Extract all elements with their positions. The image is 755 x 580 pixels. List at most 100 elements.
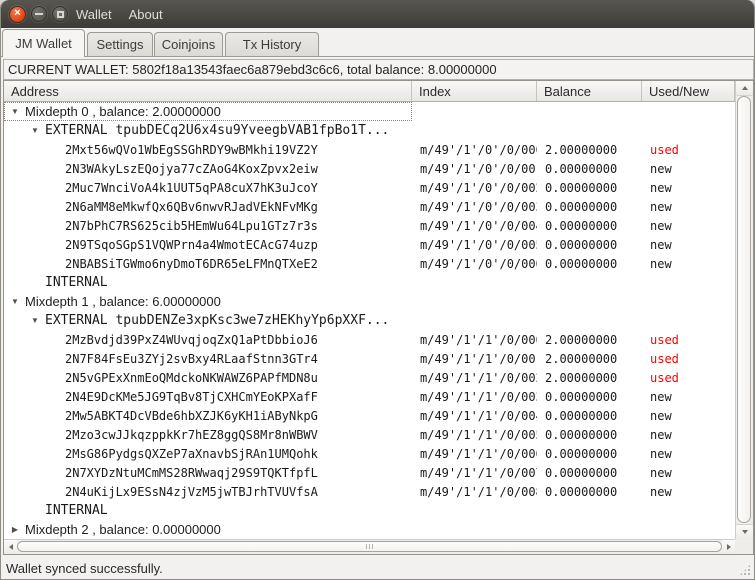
wallet-window: × Wallet About JM Wallet Settings Coinjo… xyxy=(0,0,755,580)
table-row[interactable]: ▼ 2N9TSqoSGpS1VQWPrn4a4WmotECAcG74uzp m/… xyxy=(4,235,735,254)
row-label: INTERNAL xyxy=(45,275,108,290)
row-label: 2NBABSiTGWmo6nyDmoT6DR65eLFMnQTXeE2 xyxy=(65,256,318,271)
status-cell: new xyxy=(650,465,672,480)
table-row[interactable]: ▼ 2N7F84FsEu3ZYj2svBxy4RLaafStnn3GTr4 m/… xyxy=(4,349,735,368)
vertical-scrollbar[interactable] xyxy=(735,81,753,539)
status-bar: Wallet synced successfully. xyxy=(1,556,754,579)
expander-icon[interactable]: ▼ xyxy=(8,297,22,306)
column-header-used-new[interactable]: Used/New xyxy=(642,81,735,101)
status-cell: new xyxy=(650,180,672,195)
address-cell: ▼ EXTERNAL tpubDECq2U6x4su9YveegbVAB1fpB… xyxy=(4,121,412,140)
balance-cell: 0.00000000 xyxy=(545,446,618,461)
horizontal-scrollbar[interactable] xyxy=(4,539,735,554)
column-header-index[interactable]: Index xyxy=(412,81,537,101)
address-cell: ▼ 2Mxt56wQVo1WbEgSSGhRDY9wBMkhi19VZ2Y xyxy=(4,140,412,159)
expander-icon[interactable]: ▼ xyxy=(28,126,42,135)
address-cell: ▼ 2N4E9DcKMe5JG9TqBv8TjCXHCmYEoKPXafF xyxy=(4,387,412,406)
address-cell: ▼ INTERNAL xyxy=(4,273,412,292)
balance-cell: 0.00000000 xyxy=(545,427,618,442)
index-cell: m/49'/1'/0'/0/005 xyxy=(420,237,537,252)
table-row[interactable]: ▼ 2N7XYDzNtuMCmMS28RWwaqj29S9TQKTfpfL m/… xyxy=(4,463,735,482)
table-row[interactable]: ▼ 2N7bPhC7RS625cib5HEmWu64Lpu1GTz7r3s m/… xyxy=(4,216,735,235)
table-row[interactable]: ▶ Mixdepth 2 , balance: 0.00000000 xyxy=(4,520,735,539)
row-label: 2N4E9DcKMe5JG9TqBv8TjCXHCmYEoKPXafF xyxy=(65,389,318,404)
address-cell: ▼ INTERNAL xyxy=(4,501,412,520)
status-cell: used xyxy=(650,370,679,385)
table-row[interactable]: ▼ 2Mzo3cwJJkqzppkKr7hEZ8ggQS8Mr8nWBWV m/… xyxy=(4,425,735,444)
expander-icon[interactable]: ▶ xyxy=(8,525,22,534)
address-cell: ▼ 2N7XYDzNtuMCmMS28RWwaqj29S9TQKTfpfL xyxy=(4,463,412,482)
close-button[interactable]: × xyxy=(9,5,26,23)
balance-cell: 2.00000000 xyxy=(545,351,618,366)
horizontal-scrollbar-thumb[interactable] xyxy=(17,541,722,552)
scroll-right-button[interactable] xyxy=(722,540,735,554)
vertical-scrollbar-thumb[interactable] xyxy=(737,96,751,523)
table-row[interactable]: ▼ 2N4uKijLx9ESsN4zjVzM5jwTBJrhTVUVfsA m/… xyxy=(4,482,735,501)
index-cell: m/49'/1'/0'/0/001 xyxy=(420,161,537,176)
caret-up-icon xyxy=(741,86,748,90)
table-row[interactable]: ▼ 2MsG86PydgsQXZeP7aXnavbSjRAn1UMQohk m/… xyxy=(4,444,735,463)
scroll-down-button[interactable] xyxy=(736,524,753,539)
row-label: Mixdepth 2 , balance: 0.00000000 xyxy=(25,522,221,537)
status-cell: used xyxy=(650,142,679,157)
tab-jm-wallet[interactable]: JM Wallet xyxy=(2,29,85,57)
balance-cell: 2.00000000 xyxy=(545,370,618,385)
address-cell: ▼ 2Mw5ABKT4DcVBde6hbXZJK6yKH1iAByNkpG xyxy=(4,406,412,425)
titlebar: × Wallet About xyxy=(1,0,754,28)
row-label: EXTERNAL tpubDENZe3xpKsc3we7zHEKhyYp6pXX… xyxy=(45,313,390,328)
grip-icon xyxy=(369,544,370,549)
table-row[interactable]: ▼ 2N3WAkyLszEQojya77cZAoG4KoxZpvx2eiw m/… xyxy=(4,159,735,178)
grip-icon xyxy=(366,544,367,549)
row-label: 2N6aMM8eMkwfQx6QBv6nwvRJadVEkNFvMKg xyxy=(65,199,318,214)
table-row[interactable]: ▼ Mixdepth 1 , balance: 6.00000000 xyxy=(4,292,735,311)
minimize-button[interactable] xyxy=(31,6,47,22)
table-row[interactable]: ▼ 2MzBvdjd39PxZ4WUvqjoqZxQ1aPtDbbioJ6 m/… xyxy=(4,330,735,349)
index-cell: m/49'/1'/0'/0/004 xyxy=(420,218,537,233)
table-row[interactable]: ▼ 2Mxt56wQVo1WbEgSSGhRDY9wBMkhi19VZ2Y m/… xyxy=(4,140,735,159)
table-row[interactable]: ▼ 2N4E9DcKMe5JG9TqBv8TjCXHCmYEoKPXafF m/… xyxy=(4,387,735,406)
status-cell: new xyxy=(650,199,672,214)
balance-cell: 0.00000000 xyxy=(545,199,618,214)
tab-coinjoins[interactable]: Coinjoins xyxy=(154,32,223,56)
column-header-address[interactable]: Address xyxy=(4,81,412,101)
menu-wallet[interactable]: Wallet xyxy=(76,7,112,22)
index-cell: m/49'/1'/1'/0/000 xyxy=(420,332,537,347)
tab-tx-history[interactable]: Tx History xyxy=(225,32,319,56)
address-cell: ▼ 2Mzo3cwJJkqzppkKr7hEZ8ggQS8Mr8nWBWV xyxy=(4,425,412,444)
table-row[interactable]: ▼ EXTERNAL tpubDENZe3xpKsc3we7zHEKhyYp6p… xyxy=(4,311,735,330)
row-label: EXTERNAL tpubDECq2U6x4su9YveegbVAB1fpBo1… xyxy=(45,123,390,138)
maximize-button[interactable] xyxy=(52,6,68,22)
tree-viewport: ▼ Mixdepth 0 , balance: 2.00000000 ▼ EXT… xyxy=(4,102,735,539)
expander-icon[interactable]: ▼ xyxy=(8,107,22,116)
address-cell: ▼ 2N5vGPExXnmEoQMdckoNKWAWZ6PAPfMDN8u xyxy=(4,368,412,387)
scroll-left-button[interactable] xyxy=(4,540,17,554)
menu-about[interactable]: About xyxy=(129,7,163,22)
caret-right-icon xyxy=(726,544,731,550)
table-row[interactable]: ▼ 2Muc7WnciVoA4k1UUT5qPA8cuX7hK3uJcoY m/… xyxy=(4,178,735,197)
table-row[interactable]: ▼ INTERNAL xyxy=(4,273,735,292)
table-row[interactable]: ▼ EXTERNAL tpubDECq2U6x4su9YveegbVAB1fpB… xyxy=(4,121,735,140)
current-wallet-bar: CURRENT WALLET: 5802f18a13543faec6a879eb… xyxy=(3,59,754,80)
scroll-up-button[interactable] xyxy=(736,81,753,96)
table-row[interactable]: ▼ 2N5vGPExXnmEoQMdckoNKWAWZ6PAPfMDN8u m/… xyxy=(4,368,735,387)
table-row[interactable]: ▼ Mixdepth 0 , balance: 2.00000000 xyxy=(4,102,735,121)
row-label: 2N7bPhC7RS625cib5HEmWu64Lpu1GTz7r3s xyxy=(65,218,318,233)
balance-cell: 0.00000000 xyxy=(545,465,618,480)
row-label: 2N4uKijLx9ESsN4zjVzM5jwTBJrhTVUVfsA xyxy=(65,484,318,499)
table-row[interactable]: ▼ 2Mw5ABKT4DcVBde6hbXZJK6yKH1iAByNkpG m/… xyxy=(4,406,735,425)
status-cell: new xyxy=(650,237,672,252)
tab-settings[interactable]: Settings xyxy=(87,32,153,56)
table-row[interactable]: ▼ 2NBABSiTGWmo6nyDmoT6DR65eLFMnQTXeE2 m/… xyxy=(4,254,735,273)
status-cell: new xyxy=(650,389,672,404)
row-label: 2N5vGPExXnmEoQMdckoNKWAWZ6PAPfMDN8u xyxy=(65,370,318,385)
row-label: 2N9TSqoSGpS1VQWPrn4a4WmotECAcG74uzp xyxy=(65,237,318,252)
table-row[interactable]: ▼ INTERNAL xyxy=(4,501,735,520)
scrollbar-corner xyxy=(735,539,753,554)
balance-cell: 2.00000000 xyxy=(545,332,618,347)
balance-cell: 0.00000000 xyxy=(545,389,618,404)
status-cell: used xyxy=(650,332,679,347)
index-cell: m/49'/1'/1'/0/007 xyxy=(420,465,537,480)
table-row[interactable]: ▼ 2N6aMM8eMkwfQx6QBv6nwvRJadVEkNFvMKg m/… xyxy=(4,197,735,216)
expander-icon[interactable]: ▼ xyxy=(28,316,42,325)
column-header-balance[interactable]: Balance xyxy=(537,81,642,101)
